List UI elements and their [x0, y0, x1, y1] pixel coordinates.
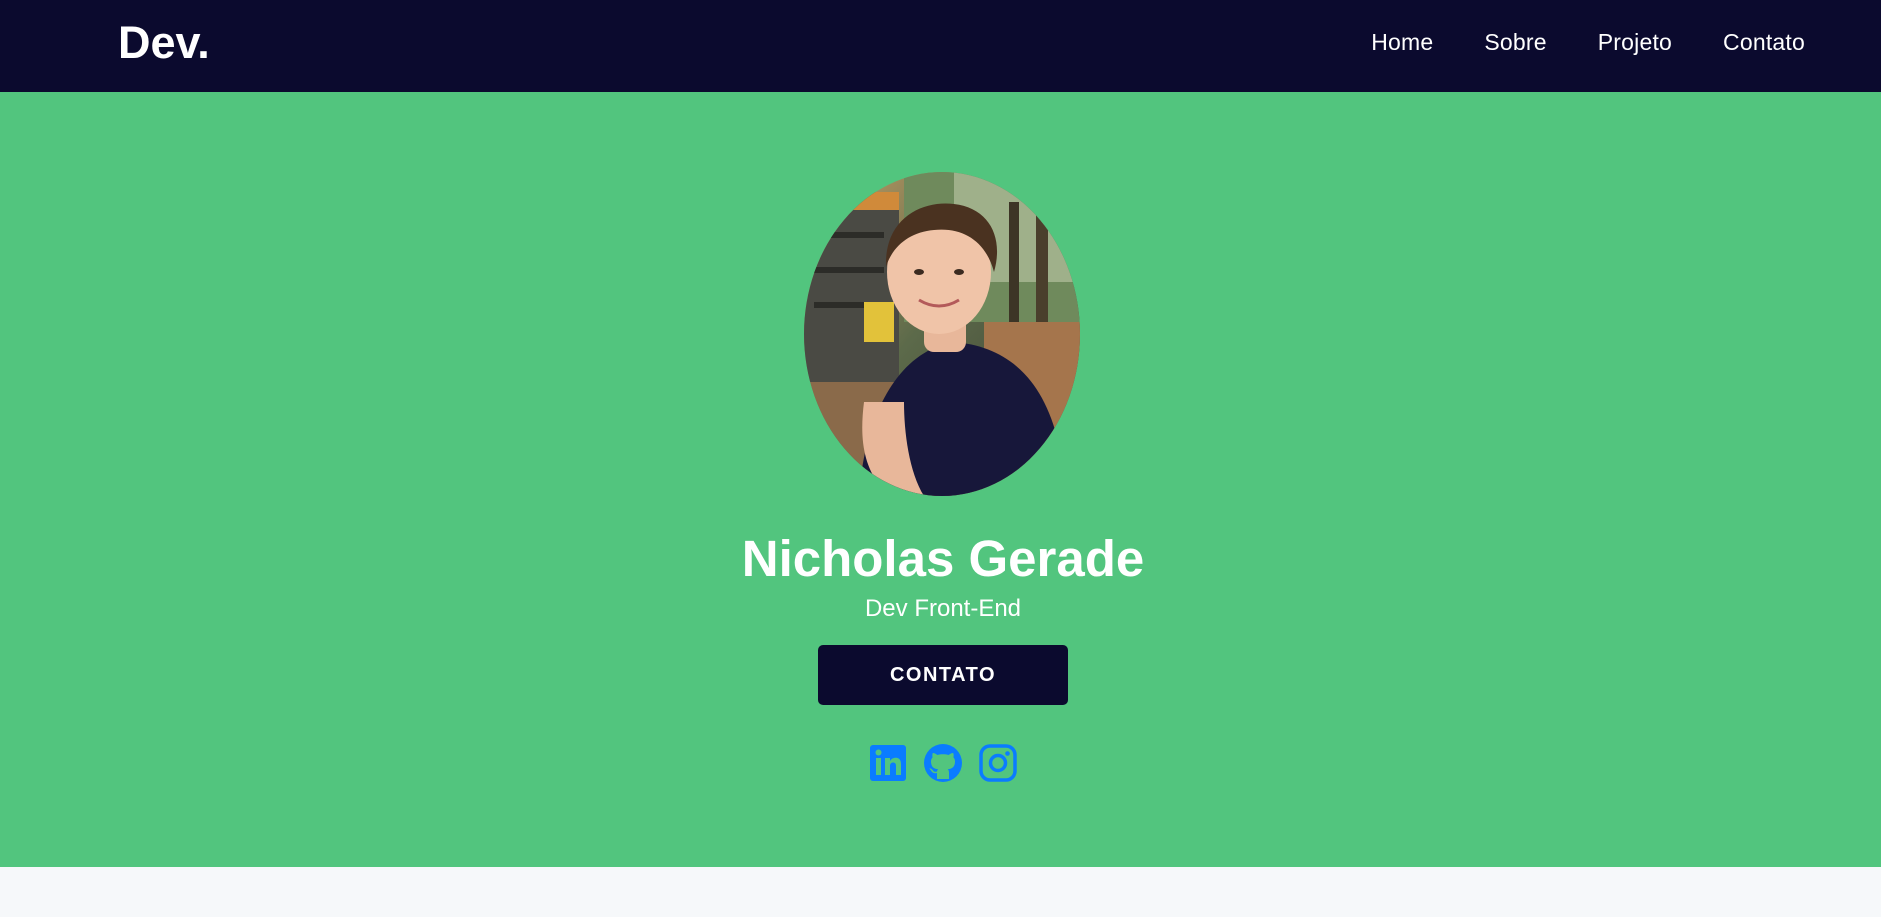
page-background — [0, 867, 1881, 917]
logo[interactable]: Dev. — [118, 19, 210, 67]
hero-section: Nicholas Gerade Dev Front-End CONTATO — [0, 92, 1881, 867]
instagram-icon[interactable] — [978, 743, 1018, 783]
nav-link-sobre[interactable]: Sobre — [1484, 29, 1546, 56]
nav-link-home[interactable]: Home — [1371, 29, 1433, 56]
social-links — [868, 743, 1033, 783]
profile-avatar — [804, 172, 1080, 496]
nav-link-projeto[interactable]: Projeto — [1598, 29, 1672, 56]
navbar: Dev. Home Sobre Projeto Contato — [0, 0, 1881, 92]
nav-link-contato[interactable]: Contato — [1723, 29, 1805, 56]
nav-menu: Home Sobre Projeto Contato — [1320, 0, 1805, 84]
linkedin-icon[interactable] — [868, 743, 908, 783]
contact-button[interactable]: CONTATO — [818, 645, 1068, 705]
profile-role: Dev Front-End — [864, 595, 1022, 622]
profile-name: Nicholas Gerade — [741, 530, 1145, 588]
github-icon[interactable] — [923, 743, 963, 783]
